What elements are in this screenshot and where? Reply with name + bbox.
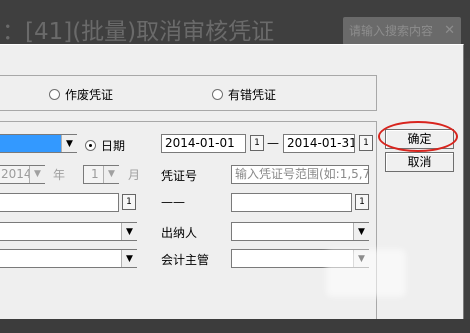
year-select[interactable]: 2014 ▼ — [0, 165, 45, 184]
chevron-down-icon[interactable]: ▼ — [121, 223, 137, 240]
range-from-field[interactable] — [0, 193, 119, 212]
year-label: 年 — [53, 168, 66, 182]
month-select[interactable]: 1 ▼ — [83, 165, 119, 184]
radio-button-icon[interactable] — [212, 89, 223, 100]
search-input[interactable]: 请输入搜索内容 ✕ — [343, 17, 461, 45]
radio-button-icon[interactable] — [85, 140, 96, 151]
date-to-field[interactable]: 2014-01-31 — [283, 134, 355, 153]
highlight-circle — [378, 121, 458, 152]
bottom-bar — [0, 319, 470, 333]
cancel-button[interactable]: 取消 — [385, 152, 454, 172]
range-dash: —— — [161, 195, 185, 209]
filter-group: ▼ 日期 2014-01-01 1 — 2014-01-31 1 2014 ▼ … — [0, 121, 377, 321]
chevron-down-icon[interactable]: ▼ — [61, 135, 77, 152]
radio-error-label: 有错凭证 — [228, 88, 277, 102]
reviewer-select[interactable]: ▼ — [0, 249, 137, 268]
calendar-icon[interactable]: 1 — [122, 194, 136, 210]
clear-icon[interactable]: ✕ — [444, 17, 455, 45]
chevron-down-icon[interactable]: ▼ — [103, 166, 119, 183]
cashier-label: 出纳人 — [161, 226, 198, 240]
year-value: 2014 — [1, 167, 32, 181]
maker-select[interactable]: ▼ — [0, 222, 137, 241]
radio-button-icon[interactable] — [49, 89, 60, 100]
date-separator: — — [267, 136, 279, 150]
month-value: 1 — [91, 167, 99, 181]
radio-date-label: 日期 — [101, 139, 126, 153]
voucher-no-label: 凭证号 — [161, 169, 198, 183]
period-select[interactable]: ▼ — [0, 134, 77, 153]
page-title: ：[41](批量)取消审核凭证 — [2, 19, 275, 45]
radio-error-voucher[interactable]: 有错凭证 — [212, 86, 276, 103]
calendar-icon[interactable]: 1 — [250, 135, 264, 151]
chevron-down-icon[interactable]: ▼ — [29, 166, 45, 183]
calendar-icon[interactable]: 1 — [359, 135, 373, 151]
radio-void-label: 作废凭证 — [65, 88, 114, 102]
watermark — [326, 249, 406, 297]
calendar-icon[interactable]: 1 — [355, 194, 369, 210]
supervisor-label: 会计主管 — [161, 253, 210, 267]
radio-date[interactable]: 日期 — [85, 137, 125, 154]
chevron-down-icon[interactable]: ▼ — [353, 223, 369, 240]
radio-void-voucher[interactable]: 作废凭证 — [49, 86, 113, 103]
chevron-down-icon[interactable]: ▼ — [121, 250, 137, 267]
cashier-select[interactable]: ▼ — [231, 222, 369, 241]
month-label: 月 — [128, 168, 141, 182]
date-from-field[interactable]: 2014-01-01 — [161, 134, 246, 153]
range-to-field[interactable] — [231, 193, 352, 212]
voucher-no-input[interactable]: 输入凭证号范围(如:1,5,7-9 — [231, 165, 369, 184]
voucher-type-group: 作废凭证 有错凭证 — [0, 75, 377, 111]
search-placeholder: 请输入搜索内容 — [349, 24, 434, 38]
